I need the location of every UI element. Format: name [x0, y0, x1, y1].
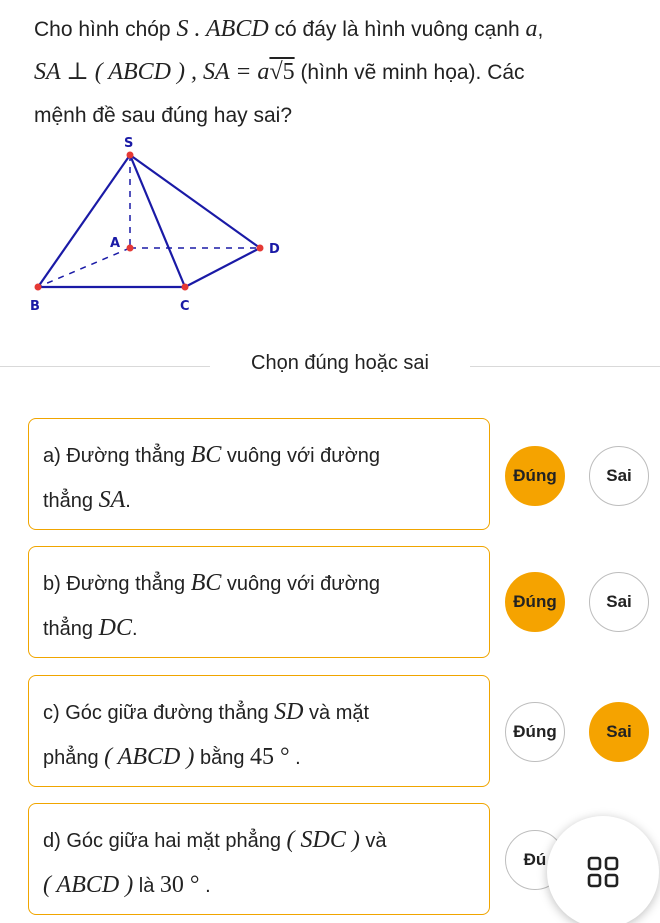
point-A	[126, 244, 134, 252]
question-line-2: SA ⊥ ( ABCD ) , SA = a√5 (hình vẽ minh h…	[34, 59, 525, 85]
label-D: D	[269, 242, 280, 257]
statement-b-true-button[interactable]: Đúng	[505, 572, 565, 632]
point-D	[256, 244, 264, 252]
statement-b-false-button[interactable]: Sai	[589, 572, 649, 632]
statement-a-line-2: thẳng SA.	[43, 487, 131, 513]
divider-right	[470, 366, 660, 367]
statement-d-line-1: d) Góc giữa hai mặt phẳng ( SDC ) và	[43, 827, 387, 853]
statement-a-false-button[interactable]: Sai	[589, 446, 649, 506]
edge-CD	[184, 247, 261, 288]
question-line-1: Cho hình chóp S . ABCD có đáy là hình vu…	[34, 16, 544, 42]
question-text: Cho hình chóp S . ABCD có đáy là hình vu…	[34, 8, 634, 137]
statement-b-line-2: thẳng DC.	[43, 615, 138, 641]
statement-b-line-1: b) Đường thẳng BC vuông với đường	[43, 570, 380, 596]
point-B	[34, 283, 42, 291]
statement-a-line-1: a) Đường thẳng BC vuông với đường	[43, 442, 380, 468]
statement-c-line-1: c) Góc giữa đường thẳng SD và mặt	[43, 699, 370, 725]
label-S: S	[124, 136, 133, 151]
label-A: A	[110, 236, 120, 251]
floating-grid-button[interactable]	[547, 816, 659, 923]
point-S	[126, 151, 134, 159]
pyramid-figure: S A D B C	[30, 136, 280, 314]
statement-c-line-2: phẳng ( ABCD ) bằng 45 ° .	[43, 744, 301, 770]
statement-card-b: b) Đường thẳng BC vuông với đường thẳng …	[28, 546, 490, 658]
statement-card-c: c) Góc giữa đường thẳng SD và mặt phẳng …	[28, 675, 490, 787]
statement-a-true-button[interactable]: Đúng	[505, 446, 565, 506]
statement-card-a: a) Đường thẳng BC vuông với đường thẳng …	[28, 418, 490, 530]
statement-c-true-button[interactable]: Đúng	[505, 702, 565, 762]
label-C: C	[180, 299, 190, 314]
grid-icon	[587, 856, 619, 888]
statement-d-line-2: ( ABCD ) là 30 ° .	[43, 872, 211, 898]
statement-card-d: d) Góc giữa hai mặt phẳng ( SDC ) và ( A…	[28, 803, 490, 915]
section-title: Chọn đúng hoặc sai	[251, 352, 429, 374]
point-C	[181, 283, 189, 291]
label-B: B	[30, 299, 40, 314]
statement-c-false-button[interactable]: Sai	[589, 702, 649, 762]
